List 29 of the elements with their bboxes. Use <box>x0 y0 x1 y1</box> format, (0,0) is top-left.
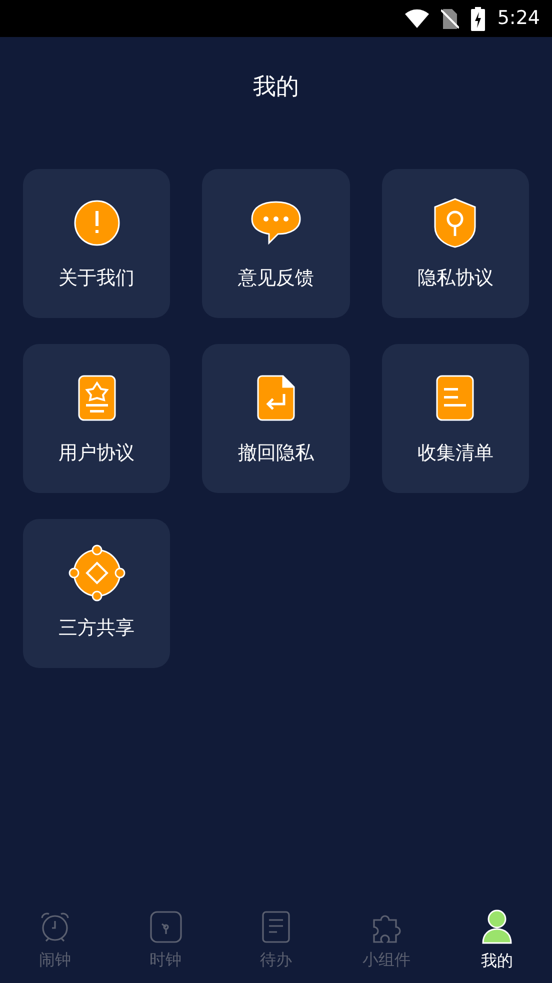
menu-card[interactable]: 关于我们 <box>23 169 170 318</box>
menu-card[interactable]: 用户协议 <box>23 344 170 493</box>
menu-label: 意见反馈 <box>238 266 314 292</box>
menu-label: 关于我们 <box>58 266 135 292</box>
person-icon <box>480 909 514 945</box>
menu-card[interactable]: 三方共享 <box>23 519 170 668</box>
document-lines-icon <box>435 374 476 422</box>
share-diamond-icon <box>68 544 126 602</box>
document-return-icon <box>256 374 296 422</box>
nav-tab[interactable]: 我的 <box>442 903 552 979</box>
page-title: 我的 <box>253 72 299 102</box>
menu-card[interactable]: 收集清单 <box>382 344 529 493</box>
status-time: 5:24 <box>497 6 540 32</box>
wifi-icon <box>405 8 430 28</box>
menu-card[interactable]: 隐私协议 <box>382 169 529 318</box>
clock-icon <box>148 910 183 944</box>
no-sim-icon <box>441 8 460 30</box>
menu-label: 撤回隐私 <box>238 441 314 466</box>
menu-card[interactable]: 撤回隐私 <box>202 344 350 493</box>
note-icon <box>260 910 291 944</box>
battery-charging-icon <box>471 6 486 30</box>
menu-label: 用户协议 <box>58 441 135 466</box>
menu-label: 三方共享 <box>58 616 135 642</box>
shield-icon <box>432 197 478 250</box>
chat-bubble-icon <box>248 199 303 248</box>
exclamation-icon <box>72 199 121 248</box>
menu-label: 隐私协议 <box>417 266 494 292</box>
menu-label: 收集清单 <box>417 441 494 466</box>
menu-card[interactable]: 意见反馈 <box>202 169 350 318</box>
